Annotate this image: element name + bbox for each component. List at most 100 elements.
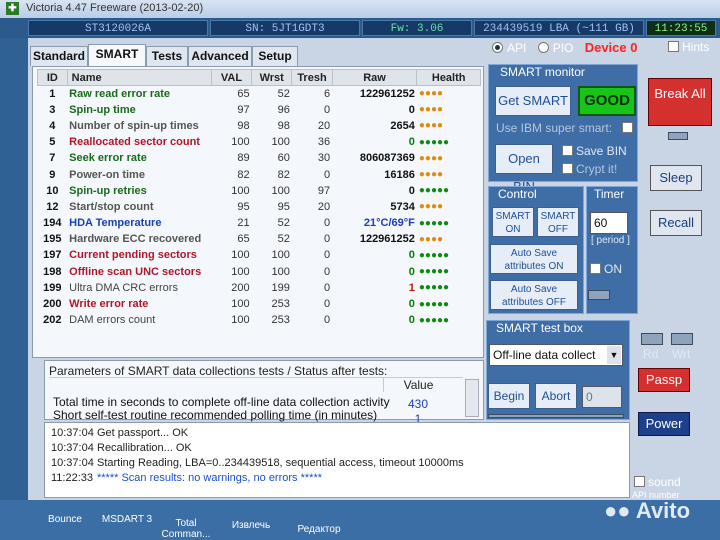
table-row[interactable]: 9 Power-on time 82 82 0 16186 ●●●● — [38, 166, 481, 182]
attr-wrst: 82 — [277, 168, 290, 181]
attr-id: 199 — [43, 281, 62, 294]
attr-name: Ultra DMA CRC errors — [69, 281, 178, 294]
sound-checkbox[interactable]: sound — [634, 475, 681, 489]
attr-raw: 5734 — [390, 200, 415, 213]
pio-radio[interactable]: PIO — [537, 41, 578, 55]
attr-name: Raw read error rate — [69, 87, 171, 100]
col-raw[interactable]: Raw — [331, 69, 418, 86]
ibm-smart-label: Use IBM super smart: — [496, 121, 613, 135]
hints-checkbox[interactable]: Hints — [668, 40, 709, 54]
params-title: Parameters of SMART data collections tes… — [49, 364, 388, 378]
attr-tresh: 36 — [317, 136, 331, 149]
smart-off-button[interactable]: SMART OFF — [537, 207, 579, 237]
attr-tresh: 0 — [324, 103, 331, 116]
autosave-on-button[interactable]: Auto Save attributes ON — [490, 244, 578, 274]
checkbox-box — [668, 41, 679, 52]
abort-test-button[interactable]: Abort — [535, 383, 577, 409]
attr-health: ●●●●● — [418, 136, 450, 148]
attr-wrst: 100 — [271, 184, 290, 197]
table-row[interactable]: 4 Number of spin-up times 98 98 20 2654 ●●●● — [38, 118, 481, 134]
autosave-off-button[interactable]: Auto Save attributes OFF — [490, 280, 578, 310]
col-name[interactable]: Name — [66, 69, 212, 86]
params-scrollbar[interactable] — [465, 379, 479, 417]
table-row[interactable]: 197 Current pending sectors 100 100 0 0 ●●●●● — [38, 247, 481, 263]
smart-on-button[interactable]: SMART ON — [492, 207, 534, 237]
table-row[interactable]: 5 Reallocated sector count 100 100 36 0 ●●●●● — [38, 134, 481, 150]
smart-monitor-title: SMART monitor — [500, 65, 585, 79]
desktop-icon[interactable]: Редактор — [292, 524, 346, 535]
attr-val: 100 — [231, 136, 250, 149]
log-line: 10:37:04 Starting Reading, LBA=0..2344395… — [51, 457, 464, 469]
drive-info-strip: ST3120026A SN: 5JT1GDT3 Fw: 3.06 2344395… — [0, 18, 720, 38]
table-row[interactable]: 194 HDA Temperature 21 52 0 21°C/69°F ●●●●● — [38, 215, 481, 231]
open-bin-button[interactable]: Open BIN — [495, 144, 553, 194]
col-tresh[interactable]: Tresh — [291, 69, 333, 86]
params-row-value: 430 — [407, 397, 429, 411]
get-smart-button[interactable]: Get SMART — [495, 86, 571, 116]
power-button[interactable]: Power — [638, 412, 690, 436]
tab-advanced[interactable]: Advanced — [188, 46, 252, 66]
desktop-icon[interactable]: Total Comman... — [160, 518, 212, 540]
table-row[interactable]: 202 DAM errors count 100 253 0 0 ●●●●● — [38, 312, 481, 328]
tab-standard[interactable]: Standard — [30, 46, 88, 66]
table-row[interactable]: 200 Write error rate 100 253 0 0 ●●●●● — [38, 296, 481, 312]
test-type-select[interactable]: Off-line data collect ▼ — [489, 344, 623, 366]
attr-id: 4 — [49, 119, 56, 132]
table-row[interactable]: 12 Start/stop count 95 95 20 5734 ●●●● — [38, 199, 481, 215]
ibm-smart-checkbox[interactable] — [622, 122, 633, 133]
attr-wrst: 60 — [277, 152, 290, 165]
attr-wrst: 253 — [271, 298, 290, 311]
break-all-button[interactable]: Break All — [648, 78, 712, 126]
api-radio[interactable]: API — [492, 41, 530, 55]
table-row[interactable]: 199 Ultra DMA CRC errors 200 199 0 1 ●●●●● — [38, 280, 481, 296]
attr-wrst: 52 — [277, 87, 290, 100]
recall-button[interactable]: Recall — [650, 210, 702, 236]
attr-name: Write error rate — [69, 298, 149, 311]
desktop-icon[interactable]: MSDART 3 — [100, 514, 154, 525]
attr-wrst: 52 — [277, 233, 290, 246]
test-progress-bar — [488, 414, 624, 418]
timer-period-input[interactable]: 60 — [590, 212, 628, 234]
table-row[interactable]: 10 Spin-up retries 100 100 97 0 ●●●●● — [38, 183, 481, 199]
desktop-icon[interactable]: Извлечь — [226, 520, 276, 531]
tab-tests[interactable]: Tests — [146, 46, 188, 66]
wrt-label: Wrt — [672, 347, 691, 361]
timer-on-checkbox[interactable]: ON — [590, 262, 622, 276]
params-row-label: Short self-test routine recommended poll… — [53, 408, 378, 422]
begin-test-button[interactable]: Begin — [488, 383, 530, 409]
attr-name: Seek error rate — [69, 152, 147, 165]
tab-smart[interactable]: SMART — [88, 44, 146, 66]
attr-wrst: 96 — [277, 103, 290, 116]
table-row[interactable]: 198 Offline scan UNC sectors 100 100 0 0 ●●●●● — [38, 264, 481, 280]
col-id[interactable]: ID — [37, 69, 68, 86]
attr-wrst: 52 — [277, 217, 290, 230]
attr-tresh: 6 — [324, 87, 331, 100]
attr-raw: 122961252 — [359, 233, 415, 246]
col-health[interactable]: Health — [416, 69, 481, 86]
smart-params-panel: Parameters of SMART data collections tes… — [44, 360, 484, 426]
attr-name: Start/stop count — [69, 200, 154, 213]
attr-name: Power-on time — [69, 168, 145, 181]
attr-name: Spin-up retries — [69, 184, 147, 197]
attr-name: Number of spin-up times — [69, 119, 199, 132]
table-row[interactable]: 7 Seek error rate 89 60 30 806087369 ●●●● — [38, 150, 481, 166]
attr-tresh: 0 — [324, 314, 331, 327]
chevron-down-icon[interactable]: ▼ — [607, 346, 621, 364]
save-bin-checkbox[interactable]: Save BIN — [562, 144, 627, 158]
attr-id: 202 — [43, 314, 62, 327]
params-row-label: Total time in seconds to complete off-li… — [53, 395, 390, 409]
col-wrst[interactable]: Wrst — [251, 69, 293, 86]
table-row[interactable]: 195 Hardware ECC recovered 65 52 0 122961252 ●… — [38, 231, 481, 247]
tab-setup[interactable]: Setup — [252, 46, 298, 66]
sleep-button[interactable]: Sleep — [650, 165, 702, 191]
attr-wrst: 100 — [271, 265, 290, 278]
wrt-indicator — [671, 333, 693, 345]
desktop-icon[interactable]: Bounce — [42, 514, 88, 525]
test-param-input[interactable]: 0 — [582, 386, 622, 408]
attr-val: 89 — [237, 152, 250, 165]
col-val[interactable]: VAL — [210, 69, 253, 86]
table-row[interactable]: 3 Spin-up time 97 96 0 0 ●●●● — [38, 102, 481, 118]
passp-button[interactable]: Passp — [638, 368, 690, 392]
table-row[interactable]: 1 Raw read error rate 65 52 6 122961252 ●●●● — [38, 86, 481, 102]
crypt-checkbox[interactable]: Crypt it! — [562, 162, 617, 176]
